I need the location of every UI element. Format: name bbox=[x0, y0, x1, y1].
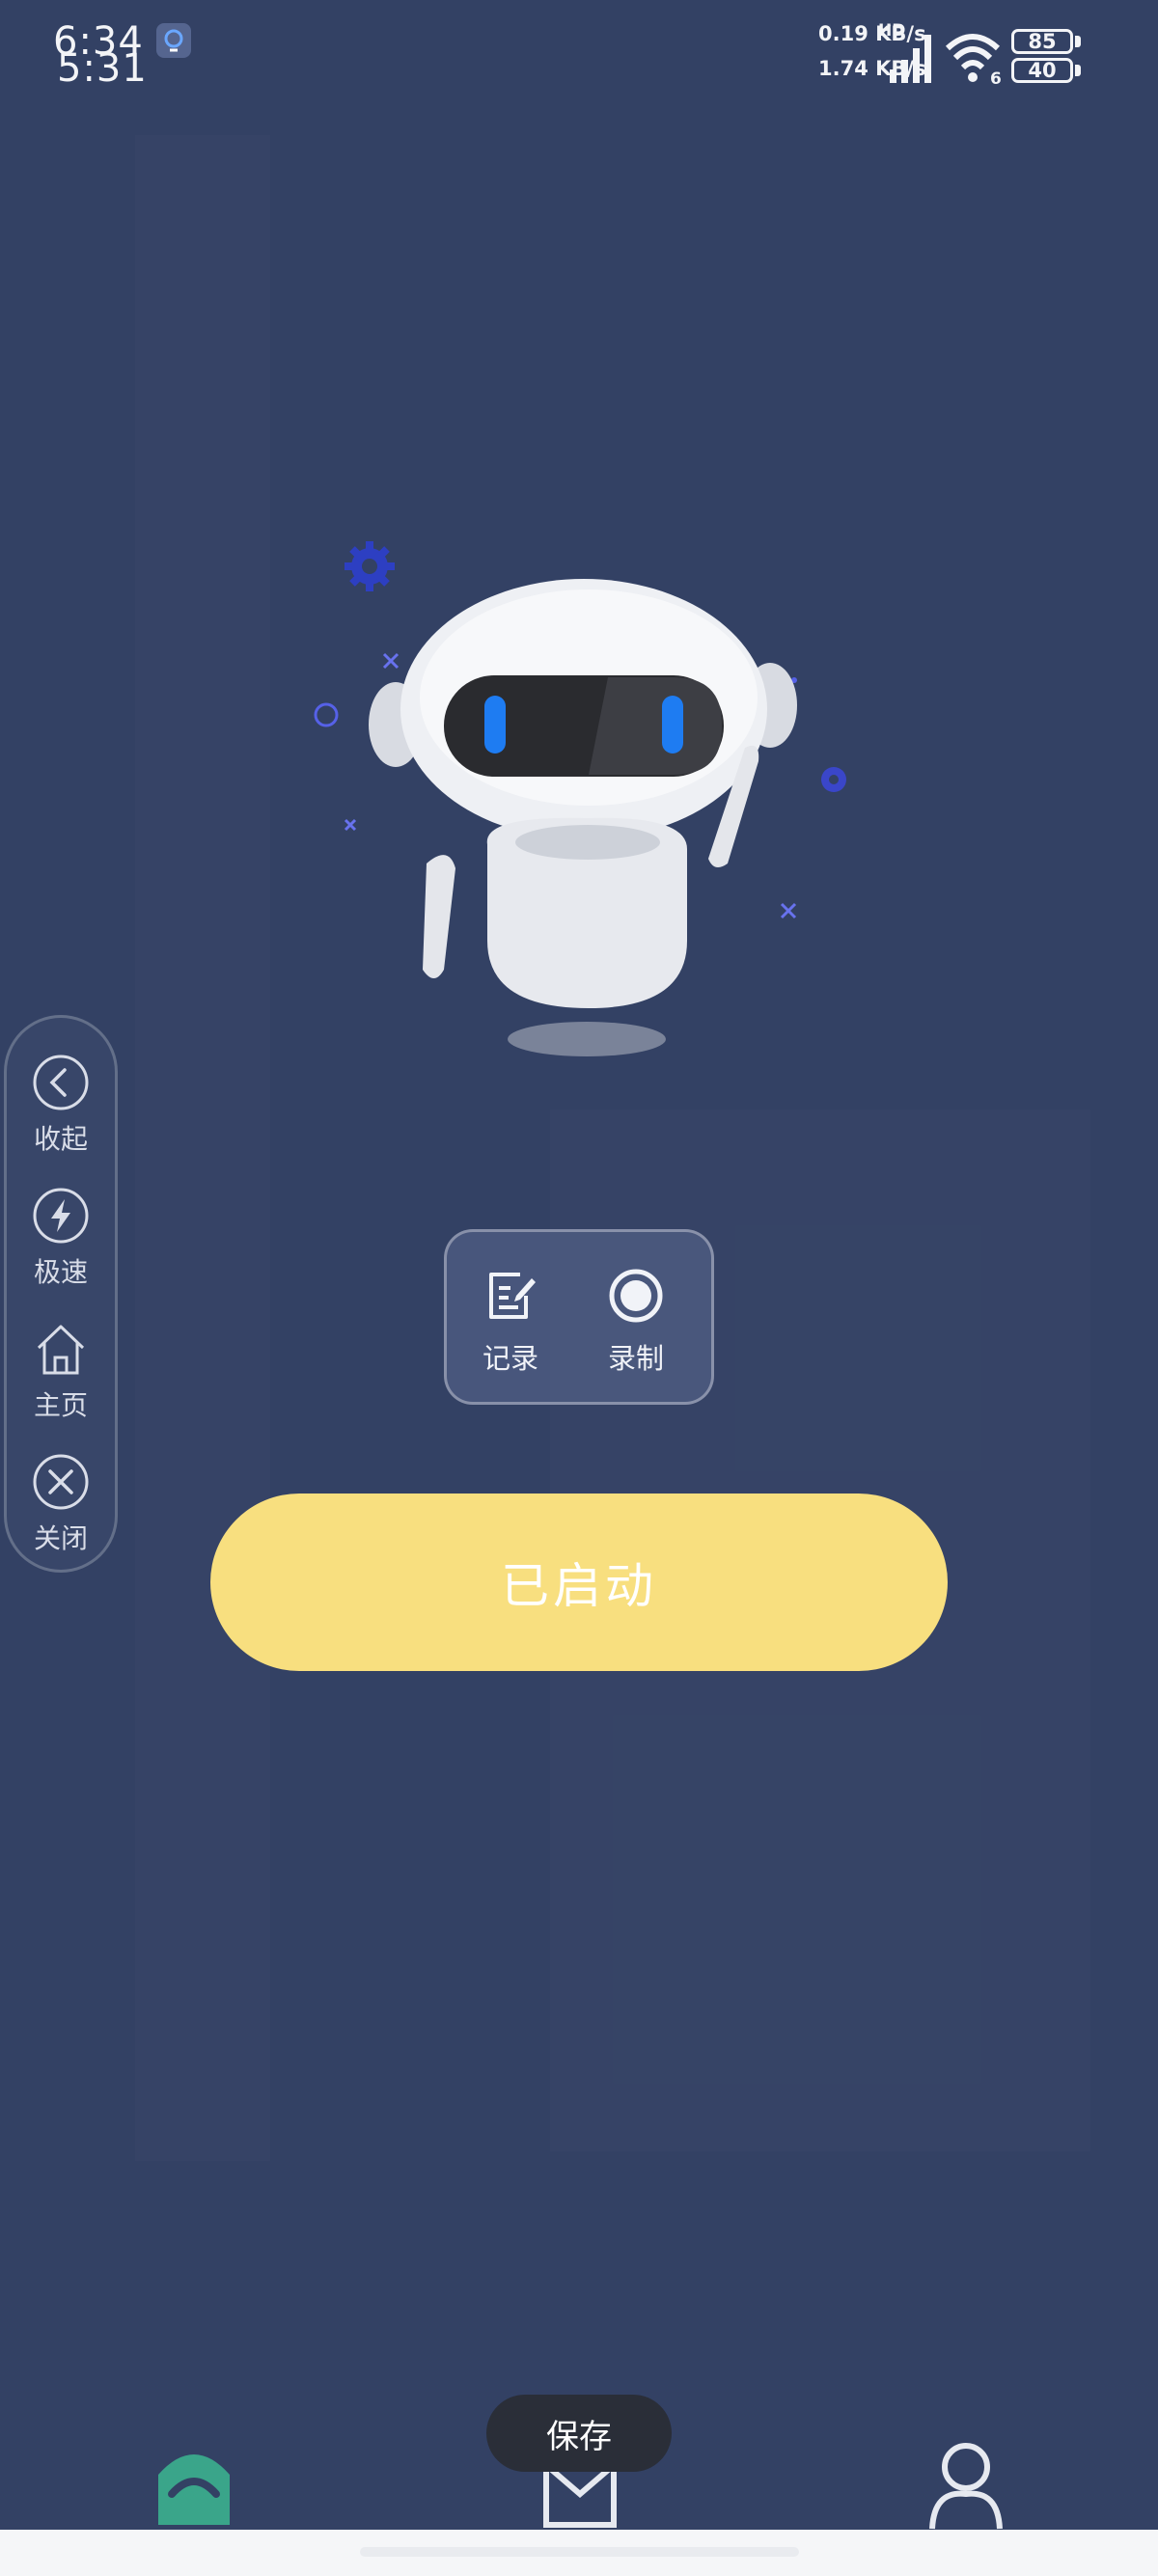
signal-icon bbox=[890, 35, 931, 83]
profile-tab-icon bbox=[929, 2443, 1003, 2530]
home-label: 主页 bbox=[33, 1389, 88, 1421]
battery-icon: 85 40 bbox=[1011, 29, 1083, 83]
record-log-label: 记录 bbox=[482, 1342, 538, 1375]
floating-side-panel: 收起 极速 主页 关闭 bbox=[4, 1015, 118, 1573]
tab-profile[interactable] bbox=[923, 2436, 1009, 2533]
status-bar: 6:34 5:31 0.19 KB/s 1.74 KB/s HD 6 85 40 bbox=[0, 0, 1158, 106]
home-tab-icon bbox=[158, 2454, 230, 2525]
background-texture bbox=[135, 135, 270, 2161]
robot-illustration bbox=[299, 526, 868, 1076]
home-button[interactable]: 主页 bbox=[7, 1319, 115, 1423]
status-time-overlay: 5:31 bbox=[57, 46, 148, 91]
battery-level-bottom: 40 bbox=[1011, 58, 1073, 83]
screen-record-label: 录制 bbox=[607, 1342, 664, 1375]
start-button[interactable]: 已启动 bbox=[210, 1494, 948, 1671]
turbo-label: 极速 bbox=[33, 1256, 88, 1288]
collapse-button[interactable]: 收起 bbox=[7, 1053, 115, 1157]
lightning-icon bbox=[33, 1188, 89, 1244]
close-button[interactable]: 关闭 bbox=[7, 1452, 115, 1556]
close-label: 关闭 bbox=[33, 1522, 88, 1554]
home-icon bbox=[37, 1325, 85, 1375]
turbo-button[interactable]: 极速 bbox=[7, 1186, 115, 1290]
gear-icon bbox=[345, 541, 395, 591]
notification-app-icon bbox=[156, 23, 191, 58]
edit-note-icon bbox=[489, 1273, 536, 1319]
battery-level-top: 85 bbox=[1011, 29, 1073, 54]
close-icon bbox=[33, 1454, 89, 1510]
home-indicator[interactable] bbox=[360, 2547, 799, 2557]
toast-message: 保存 bbox=[486, 2395, 672, 2472]
circle-deco bbox=[314, 702, 339, 727]
chevron-left-icon bbox=[33, 1055, 89, 1110]
action-panel: 记录 录制 bbox=[444, 1229, 714, 1405]
record-log-button[interactable]: 记录 bbox=[462, 1267, 559, 1377]
tab-home[interactable] bbox=[151, 2436, 237, 2533]
record-icon bbox=[609, 1269, 663, 1323]
collapse-label: 收起 bbox=[33, 1123, 88, 1155]
screen-record-button[interactable]: 录制 bbox=[588, 1267, 684, 1377]
gear-icon-small bbox=[821, 767, 846, 792]
wifi-badge: 6 bbox=[990, 69, 1002, 89]
